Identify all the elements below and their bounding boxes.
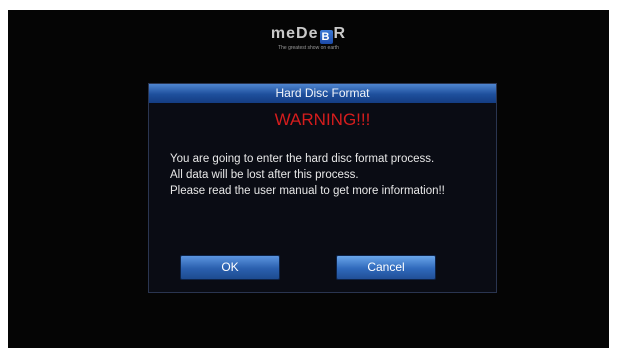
brand-tagline: The greatest show on earth xyxy=(278,45,339,51)
brand-logo-text-start: meDe xyxy=(270,25,319,42)
hard-disc-format-dialog: Hard Disc Format WARNING!!! You are goin… xyxy=(148,83,497,293)
brand-logo-text-end: R xyxy=(333,25,347,42)
brand-logo-box: B xyxy=(319,30,333,44)
warning-message: You are going to enter the hard disc for… xyxy=(170,151,496,199)
tv-screen: meDe B R The greatest show on earth Hard D… xyxy=(8,10,609,348)
dialog-title: Hard Disc Format xyxy=(149,84,496,103)
brand-logo: meDe B R The greatest show on earth xyxy=(8,25,609,51)
warning-heading: WARNING!!! xyxy=(274,110,371,129)
dialog-buttons: OK Cancel xyxy=(149,255,496,280)
ok-button[interactable]: OK xyxy=(180,255,280,280)
message-line: All data will be lost after this process… xyxy=(170,169,359,181)
message-line: You are going to enter the hard disc for… xyxy=(170,153,435,165)
message-line: Please read the user manual to get more … xyxy=(170,185,445,197)
cancel-button[interactable]: Cancel xyxy=(336,255,436,280)
brand-logo-text: meDe B R xyxy=(271,25,346,44)
